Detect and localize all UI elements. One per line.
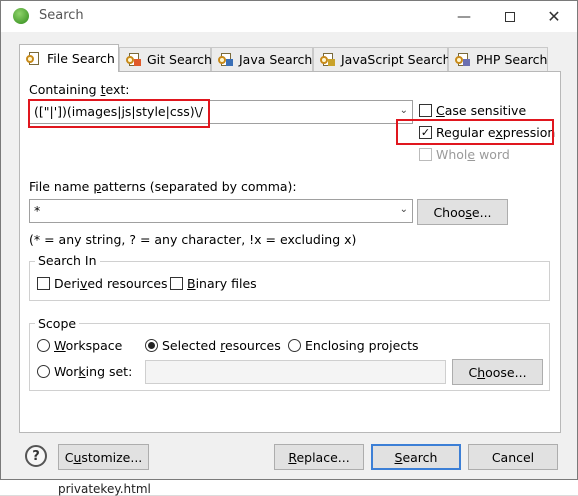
- maximize-button[interactable]: [487, 1, 533, 32]
- file-search-panel: Containing text: (["|'])(images|js|style…: [19, 71, 561, 433]
- java-search-icon: [218, 52, 234, 68]
- annotation-highlight-text: [28, 99, 210, 128]
- checkbox-box: [37, 277, 50, 290]
- background-file-name: privatekey.html: [58, 482, 151, 496]
- derived-resources-checkbox[interactable]: Derived resources: [37, 276, 168, 291]
- radio-workspace[interactable]: Workspace: [37, 338, 122, 353]
- git-search-icon: [126, 52, 142, 68]
- radio-enclosing-projects[interactable]: Enclosing projects: [288, 338, 419, 353]
- title-bar[interactable]: Search — ✕: [1, 1, 577, 32]
- php-search-icon: [455, 52, 471, 68]
- file-patterns-label: File name patterns (separated by comma):: [29, 179, 297, 194]
- eclipse-app-icon: [13, 8, 29, 24]
- file-search-icon: [26, 51, 42, 67]
- whole-word-checkbox: Whole word: [419, 147, 510, 162]
- window-title: Search: [39, 8, 84, 23]
- javascript-search-icon: [320, 52, 336, 68]
- file-patterns-choose-button[interactable]: Choose...: [417, 199, 508, 225]
- tab-javascript-search[interactable]: JavaScript Search: [313, 47, 451, 71]
- maximize-icon: [505, 11, 515, 22]
- file-patterns-value: *: [34, 203, 41, 218]
- checkbox-box: [170, 277, 183, 290]
- tab-git-search[interactable]: Git Search: [119, 47, 212, 71]
- tab-label: File Search: [47, 51, 115, 66]
- chevron-down-icon[interactable]: ⌄: [400, 204, 408, 215]
- close-icon: ✕: [547, 7, 561, 26]
- radio-circle: [288, 339, 301, 352]
- checkbox-box: [419, 148, 432, 161]
- radio-selected-icon: [145, 339, 158, 352]
- cancel-button[interactable]: Cancel: [468, 444, 558, 470]
- checkbox-box: [419, 104, 432, 117]
- radio-circle: [37, 339, 50, 352]
- working-set-field[interactable]: [145, 360, 446, 384]
- binary-files-checkbox[interactable]: Binary files: [170, 276, 257, 291]
- containing-text-label: Containing text:: [29, 82, 130, 97]
- help-icon[interactable]: ?: [25, 445, 47, 467]
- tab-file-search[interactable]: File Search: [19, 44, 119, 72]
- tab-label: PHP Search: [476, 52, 548, 67]
- chevron-down-icon[interactable]: ⌄: [400, 105, 408, 116]
- case-sensitive-checkbox[interactable]: Case sensitive: [419, 103, 526, 118]
- search-in-title: Search In: [35, 253, 100, 268]
- scope-title: Scope: [35, 316, 80, 331]
- minimize-icon: —: [457, 8, 471, 25]
- radio-selected-resources[interactable]: Selected resources: [145, 338, 281, 353]
- tab-label: JavaScript Search: [341, 52, 451, 67]
- working-set-choose-button[interactable]: Choose...: [452, 359, 543, 385]
- tab-php-search[interactable]: PHP Search: [448, 47, 548, 71]
- radio-working-set[interactable]: Working set:: [37, 364, 132, 379]
- tab-label: Java Search: [239, 52, 313, 67]
- tab-label: Git Search: [147, 52, 212, 67]
- radio-circle: [37, 365, 50, 378]
- file-patterns-combo[interactable]: * ⌄: [29, 199, 413, 223]
- replace-button[interactable]: Replace...: [274, 444, 364, 470]
- search-dialog: Search — ✕ File Search Git Search Java S…: [0, 0, 578, 480]
- close-button[interactable]: ✕: [531, 1, 577, 32]
- minimize-button[interactable]: —: [441, 1, 487, 32]
- annotation-highlight-regex: [396, 119, 554, 145]
- file-patterns-hint: (* = any string, ? = any character, !x =…: [29, 232, 357, 247]
- search-button[interactable]: Search: [371, 444, 461, 470]
- customize-button[interactable]: Customize...: [58, 444, 149, 470]
- tab-java-search[interactable]: Java Search: [211, 47, 313, 71]
